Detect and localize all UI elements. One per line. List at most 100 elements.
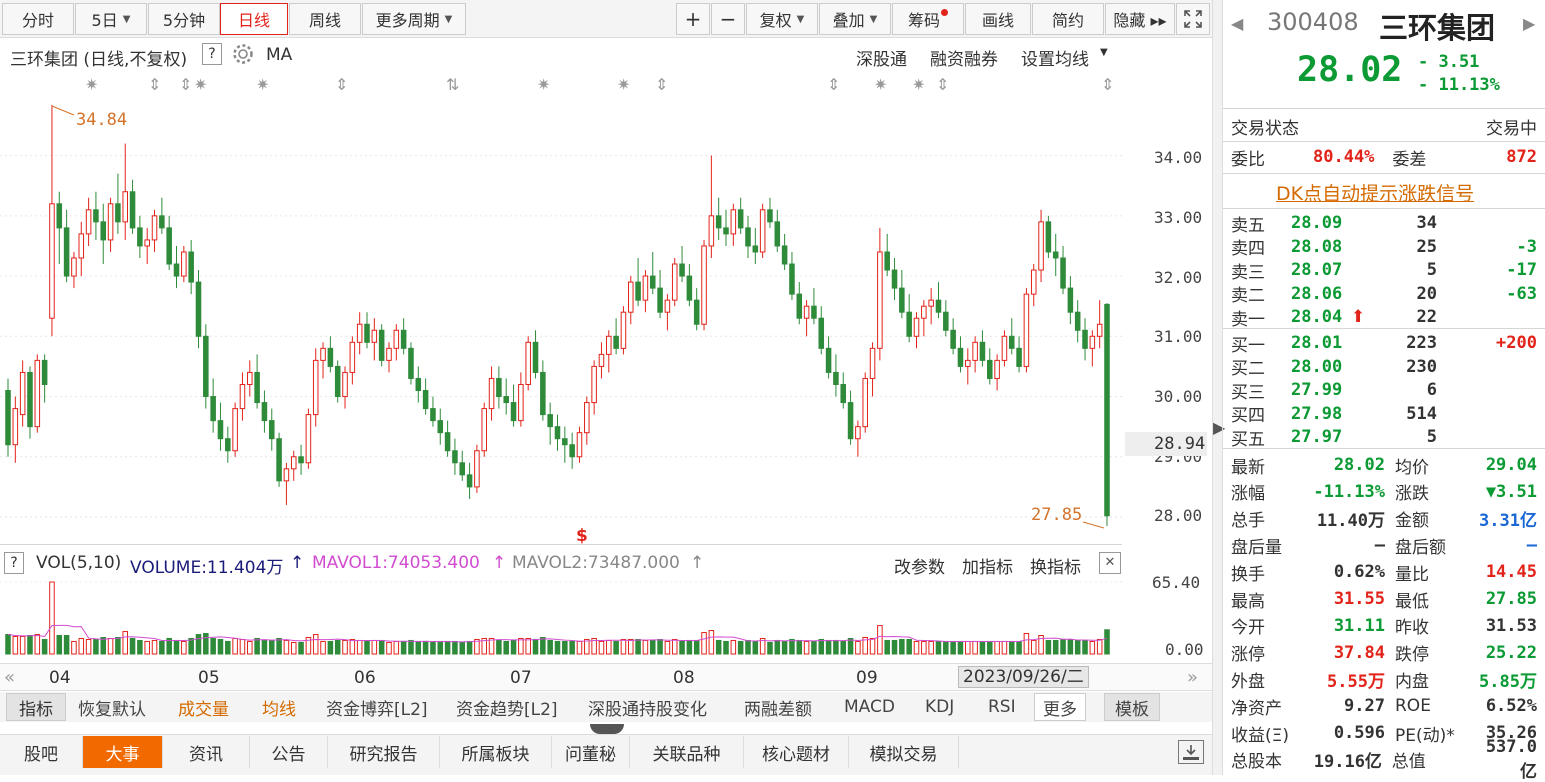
indicator-tab-reset[interactable]: 恢复默认: [78, 693, 146, 721]
bid-row[interactable]: 买五 27.97 5: [1231, 424, 1537, 450]
collapse-handle[interactable]: [590, 724, 624, 734]
hide-panel-button[interactable]: 隐藏 ▸▸: [1105, 3, 1175, 35]
template-button[interactable]: 模板: [1104, 693, 1160, 721]
dk-signal-link[interactable]: DK点自动提示涨跌信号: [1276, 179, 1474, 206]
stat-value: 6.52%: [1485, 696, 1537, 717]
bid-row[interactable]: 买三 27.99 6: [1231, 377, 1537, 403]
gear-icon[interactable]: [232, 43, 254, 70]
simple-mode-button[interactable]: 简约: [1032, 3, 1104, 35]
overlay-button[interactable]: 叠加 ▼: [819, 3, 891, 35]
candle-body: [466, 474, 473, 488]
indicator-tab-kdj[interactable]: KDJ: [925, 693, 954, 721]
candle-body: [181, 251, 187, 277]
indicator-tab-main[interactable]: 指标: [6, 693, 66, 721]
period-tab-5min[interactable]: 5分钟: [148, 3, 220, 35]
bottom-tab-sectors[interactable]: 所属板块: [440, 736, 552, 768]
bid-row[interactable]: 买四 27.98 514: [1231, 401, 1537, 427]
candlestick-chart[interactable]: 34.84 27.85 $: [0, 98, 1122, 544]
zoom-in-button[interactable]: +: [676, 3, 710, 35]
indicator-tab-capital-game[interactable]: 资金博弈[L2]: [326, 693, 428, 721]
chips-button[interactable]: 筹码: [892, 3, 964, 35]
indicator-tab-ma[interactable]: 均线: [262, 693, 296, 721]
link-hk-connect[interactable]: 深股通: [856, 45, 907, 70]
volume-bar: [554, 640, 561, 655]
link-margin[interactable]: 融资融券: [930, 45, 998, 70]
close-icon[interactable]: ✕: [1099, 552, 1121, 574]
candle-body: [12, 408, 19, 446]
indicator-tab-more[interactable]: 更多: [1034, 693, 1086, 721]
stats-row: 最新 28.02 均价 29.04: [1231, 452, 1537, 478]
period-tab-more[interactable]: 更多周期 ▼: [362, 3, 466, 35]
bid-row[interactable]: 买一 28.01 223 +200: [1231, 330, 1537, 356]
bottom-tab-forum[interactable]: 股吧: [0, 736, 83, 768]
candle-body: [686, 275, 693, 301]
ask-row[interactable]: 卖一 28.04 ⬆ 22: [1231, 304, 1537, 330]
scroll-right-icon[interactable]: »: [1187, 667, 1198, 688]
level-price: 28.06: [1291, 283, 1343, 304]
indicator-tab-volume[interactable]: 成交量: [178, 693, 229, 721]
indicator-tab-hk-holding[interactable]: 深股通持股变化: [588, 693, 707, 721]
bottom-tab-research[interactable]: 研究报告: [328, 736, 440, 768]
bottom-tab-core-themes[interactable]: 核心题材: [744, 736, 849, 768]
volume-bar: [151, 639, 158, 655]
help-icon[interactable]: ?: [4, 552, 24, 574]
ask-row[interactable]: 卖四 28.08 25 -3: [1231, 234, 1537, 260]
bottom-tab-news[interactable]: 资讯: [163, 736, 250, 768]
bottom-tab-events[interactable]: 大事: [83, 736, 163, 768]
indicator-tab-macd[interactable]: MACD: [844, 693, 895, 721]
ma-indicator[interactable]: MA: [266, 45, 292, 65]
volume-bar: [693, 639, 700, 655]
scroll-left-icon[interactable]: «: [4, 667, 15, 688]
period-tab-daily[interactable]: 日线: [220, 3, 288, 35]
help-icon[interactable]: ?: [202, 43, 222, 65]
ask-row[interactable]: 卖三 28.07 5 -17: [1231, 257, 1537, 283]
bid-row[interactable]: 买二 28.00 230: [1231, 354, 1537, 380]
switch-indicator-link[interactable]: 换指标: [1030, 553, 1081, 578]
candle-body: [386, 347, 392, 361]
bottom-tab-sim-trade[interactable]: 模拟交易: [849, 736, 959, 768]
add-indicator-link[interactable]: 加指标: [962, 553, 1013, 578]
level-price: 28.01: [1291, 333, 1343, 353]
candle-body: [921, 305, 927, 319]
chart-title: 三环集团 (日线,不复权): [10, 50, 188, 70]
dock-icon[interactable]: [1178, 740, 1204, 764]
draw-line-button[interactable]: 画线: [965, 3, 1031, 35]
next-stock-icon[interactable]: ▶: [1523, 14, 1535, 33]
stat-label: 净资产: [1231, 698, 1282, 719]
volume-bar: [115, 636, 121, 655]
ask-row[interactable]: 卖五 28.09 34: [1231, 210, 1537, 236]
candle-body: [701, 245, 707, 325]
volume-bar: [723, 640, 729, 655]
panel-splitter[interactable]: ▶: [1212, 0, 1225, 775]
ma-settings-link[interactable]: 设置均线: [1021, 45, 1089, 70]
ask-row[interactable]: 卖二 28.06 20 -63: [1231, 281, 1537, 307]
prev-stock-icon[interactable]: ◀: [1231, 14, 1243, 33]
period-tab-weekly[interactable]: 周线: [289, 3, 361, 35]
edit-params-link[interactable]: 改参数: [894, 553, 945, 578]
indicator-tab-rsi[interactable]: RSI: [988, 693, 1016, 721]
candle-body: [290, 456, 297, 470]
indicator-tab-capital-trend[interactable]: 资金趋势[L2]: [456, 693, 558, 721]
candle-body: [540, 371, 546, 416]
volume-bar: [93, 638, 99, 655]
bottom-tab-announcements[interactable]: 公告: [250, 736, 328, 768]
bottom-tab-ask-secretary[interactable]: 问董秘: [552, 736, 630, 768]
candle-body: [891, 269, 898, 289]
volume-bar: [181, 640, 187, 655]
volume-bar: [364, 640, 370, 655]
indicator-tab-margin-diff[interactable]: 两融差额: [744, 693, 812, 721]
volume-bar: [1082, 639, 1088, 655]
volume-bar: [422, 640, 429, 655]
volume-bar: [247, 640, 253, 655]
adjust-rights-button[interactable]: 复权 ▼: [746, 3, 818, 35]
level-label: 买二: [1231, 359, 1265, 379]
volume-chart[interactable]: [0, 578, 1122, 660]
candle-body: [635, 281, 641, 301]
volume-bar: [928, 640, 934, 655]
zoom-out-button[interactable]: −: [711, 3, 745, 35]
volume-bar: [547, 639, 553, 655]
period-tab-5day[interactable]: 5日 ▼: [75, 3, 147, 35]
bottom-tab-related[interactable]: 关联品种: [630, 736, 744, 768]
period-tab-timeshare[interactable]: 分时: [2, 3, 74, 35]
fullscreen-icon[interactable]: [1176, 3, 1210, 35]
